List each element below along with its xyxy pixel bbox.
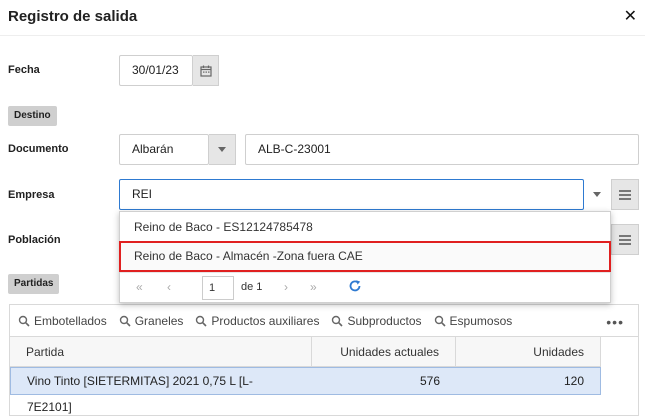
documento-number-input[interactable]: ALB-C-23001 [245, 134, 639, 165]
page-number-input[interactable]: 1 [202, 276, 234, 300]
destino-section-chip: Destino [8, 106, 57, 126]
next-page-icon[interactable]: › [284, 280, 288, 294]
productos-auxiliares-label: Productos auxiliares [211, 313, 320, 328]
column-header-partida[interactable]: Partida [10, 337, 312, 367]
subproductos-button[interactable]: Subproductos [331, 313, 422, 328]
calendar-button[interactable] [193, 55, 219, 86]
cell-unidades[interactable]: 120 [456, 368, 600, 394]
productos-auxiliares-button[interactable]: Productos auxiliares [195, 314, 319, 328]
fecha-label: Fecha [8, 64, 40, 76]
espumosos-label: Espumosos [449, 313, 513, 328]
search-icon [18, 315, 30, 327]
cell-partida: Vino Tinto [SIETERMITAS] 2021 0,75 L [L-… [27, 374, 253, 414]
column-header-unidades[interactable]: Unidades [456, 337, 601, 367]
graneles-label: Graneles [134, 313, 184, 328]
hamburger-icon [619, 234, 631, 245]
dialog-title: Registro de salida [8, 8, 138, 25]
dropdown-option-highlighted[interactable]: Reino de Baco - Almacén -Zona fuera CAE [119, 241, 611, 272]
empresa-label: Empresa [8, 189, 55, 201]
dialog-header: Registro de salida ✕ [0, 0, 645, 36]
dropdown-option[interactable]: Reino de Baco - ES12124785478 [120, 213, 610, 242]
refresh-icon[interactable] [348, 279, 362, 293]
chevron-down-icon [218, 147, 226, 152]
prev-page-icon[interactable]: ‹ [167, 280, 171, 294]
subproductos-label: Subproductos [347, 313, 422, 328]
cell-unidades-actuales: 576 [419, 374, 440, 388]
first-page-icon[interactable]: « [136, 280, 143, 294]
fecha-input[interactable]: 30/01/23 [119, 55, 193, 86]
graneles-button[interactable]: Graneles [119, 313, 184, 328]
empresa-dropdown-list: Reino de Baco - ES12124785478 Reino de B… [119, 211, 611, 303]
page-count-text: de 1 [241, 281, 263, 293]
chevron-down-icon [593, 192, 601, 197]
search-icon [119, 315, 131, 327]
embotellados-label: Embotellados [34, 313, 107, 328]
documento-type-select[interactable]: Albarán [119, 134, 209, 165]
partidas-table: Partida Unidades actuales Unidades Vino … [9, 336, 639, 416]
embotellados-button[interactable]: Embotellados [18, 314, 107, 328]
poblacion-menu-button[interactable] [611, 224, 639, 255]
hamburger-icon [619, 189, 631, 200]
poblacion-label: Población [8, 234, 61, 246]
last-page-icon[interactable]: » [310, 280, 317, 294]
search-icon [196, 315, 207, 327]
empresa-dropdown-button[interactable] [584, 179, 610, 210]
espumosos-button[interactable]: Espumosos [434, 313, 513, 328]
empresa-menu-button[interactable] [611, 179, 639, 210]
partidas-section-chip: Partidas [8, 274, 60, 294]
documento-label: Documento [8, 143, 69, 155]
table-row[interactable]: Vino Tinto [SIETERMITAS] 2021 0,75 L [L-… [10, 367, 601, 414]
more-options-icon[interactable]: ••• [606, 314, 624, 330]
dropdown-pager: « ‹ 1 de 1 › » [120, 272, 610, 302]
empresa-input[interactable]: REI [119, 179, 584, 210]
search-icon [332, 315, 344, 327]
documento-type-dropdown-button[interactable] [209, 134, 236, 165]
calendar-icon [199, 65, 212, 77]
partidas-toolbar: Embotellados Graneles Productos auxiliar… [9, 304, 639, 336]
close-icon[interactable]: ✕ [624, 6, 637, 26]
column-header-unidades-actuales[interactable]: Unidades actuales [312, 337, 456, 367]
search-icon [434, 315, 446, 327]
